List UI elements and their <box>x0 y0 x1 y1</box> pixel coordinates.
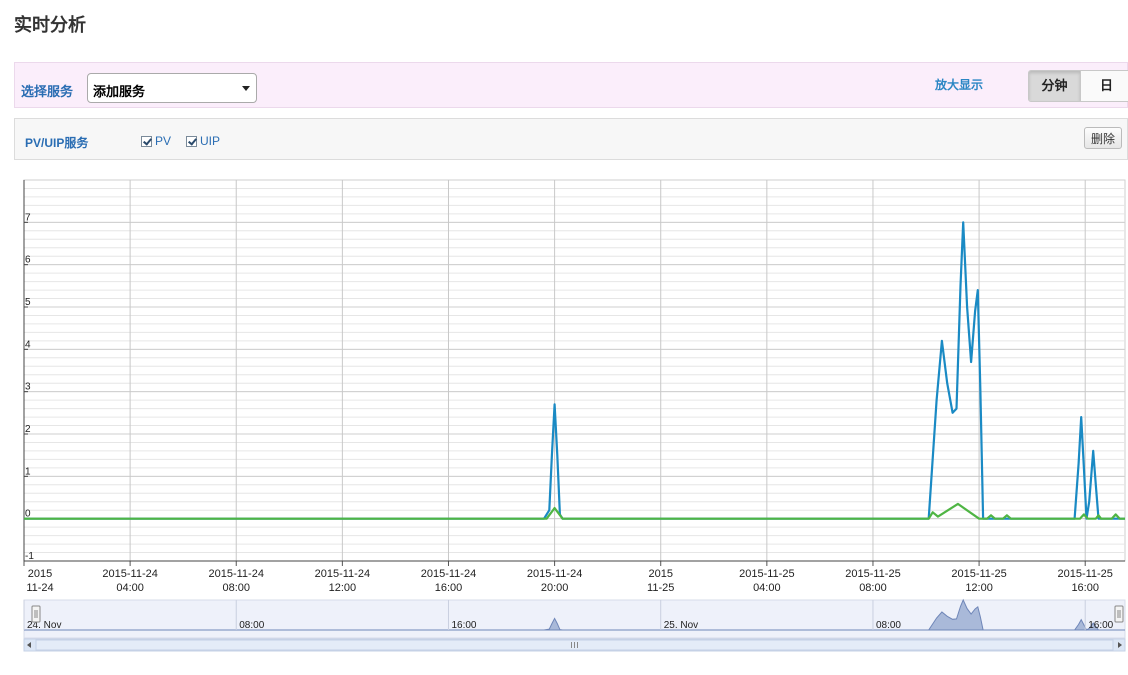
navigator-label: 25. Nov <box>664 620 698 631</box>
x-tick-label: 2015-11-25 <box>951 568 1006 580</box>
x-tick-label: 2015-11-25 <box>1057 568 1112 580</box>
chart-grid <box>23 179 1126 562</box>
navigator-label: 08:00 <box>876 620 901 631</box>
x-tick-label: 16:00 <box>1071 582 1099 594</box>
x-tick-label: 2015-11-25 <box>739 568 794 580</box>
granularity-day-button[interactable]: 日 <box>1080 71 1128 101</box>
x-tick-label: 12:00 <box>965 582 993 594</box>
x-tick-label: 2015-11-24 <box>209 568 264 580</box>
service-bar: 选择服务 添加服务 放大显示 分钟 日 <box>14 62 1128 108</box>
navigator: 24. Nov 08:00 16:00 25. Nov 08:00 16:00 <box>23 598 1126 652</box>
pv-panel-title: PV/UIP服务 <box>25 136 89 150</box>
y-tick-label: 1 <box>25 466 31 477</box>
granularity-minute-button[interactable]: 分钟 <box>1029 71 1080 101</box>
delete-button[interactable]: 删除 <box>1084 127 1122 149</box>
x-tick-label: 04:00 <box>116 582 144 594</box>
navigator-label: 16:00 <box>1088 620 1113 631</box>
uip-checkbox-label: UIP <box>200 134 221 148</box>
x-tick-label: 16:00 <box>435 582 463 594</box>
x-tick-label: 2015 <box>28 568 52 580</box>
zoom-link[interactable]: 放大显示 <box>935 76 983 93</box>
granularity-toggle: 分钟 日 <box>1028 70 1128 102</box>
x-tick-label: 2015 <box>648 568 672 580</box>
y-tick-label: 5 <box>25 297 31 308</box>
uip-checkbox[interactable]: UIP <box>186 134 220 148</box>
service-select[interactable]: 添加服务 <box>87 73 257 103</box>
navigator-label: 08:00 <box>239 620 264 631</box>
chevron-down-icon <box>242 86 250 91</box>
y-tick-label: 7 <box>25 212 31 223</box>
x-tick-label: 2015-11-25 <box>845 568 900 580</box>
x-tick-label: 11-24 <box>26 582 53 594</box>
checkbox-checked-icon[interactable] <box>141 135 152 147</box>
x-tick-label: 08:00 <box>222 582 250 594</box>
y-tick-label: -1 <box>25 551 34 562</box>
plot-frame <box>23 179 1126 562</box>
realtime-line-chart: -101234567 201511-242015-11-2404:002015-… <box>23 179 1126 652</box>
x-tick-label: 2015-11-24 <box>421 568 476 580</box>
navigator-label: 16:00 <box>451 620 476 631</box>
x-tick-label: 12:00 <box>329 582 357 594</box>
navigator-handle-left[interactable] <box>31 605 41 623</box>
x-tick-label: 08:00 <box>859 582 887 594</box>
pv-checkbox-label: PV <box>155 134 172 148</box>
pv-checkbox[interactable]: PV <box>141 134 171 148</box>
chart-area: -1 0 1 2 3 4 5 6 7 2015 11-24 2015-11-24 04:00 2015-… <box>14 170 1128 670</box>
x-tick-label: 20:00 <box>541 582 569 594</box>
service-label: 选择服务 <box>21 84 74 99</box>
y-tick-label: 6 <box>25 255 31 266</box>
page-title: 实时分析 <box>14 15 86 35</box>
pv-panel-header: PV/UIP服务 PV UIP 删除 <box>14 118 1128 160</box>
y-tick-label: 4 <box>25 339 31 350</box>
service-select-value: 添加服务 <box>93 84 146 99</box>
x-axis: 2015 11-24 2015-11-24 04:00 2015-11-24 08:00 2… <box>23 560 1125 594</box>
x-tick-label: 2015-11-24 <box>315 568 370 580</box>
x-tick-label: 2015-11-24 <box>102 568 157 580</box>
y-tick-label: 2 <box>25 424 31 435</box>
checkbox-checked-icon[interactable] <box>186 135 197 147</box>
x-tick-label: 04:00 <box>753 582 781 594</box>
x-tick-label: 2015-11-24 <box>527 568 582 580</box>
y-tick-label: 3 <box>25 382 31 393</box>
x-tick-label: 11-25 <box>647 582 674 594</box>
navigator-handle-right[interactable] <box>1114 605 1124 623</box>
